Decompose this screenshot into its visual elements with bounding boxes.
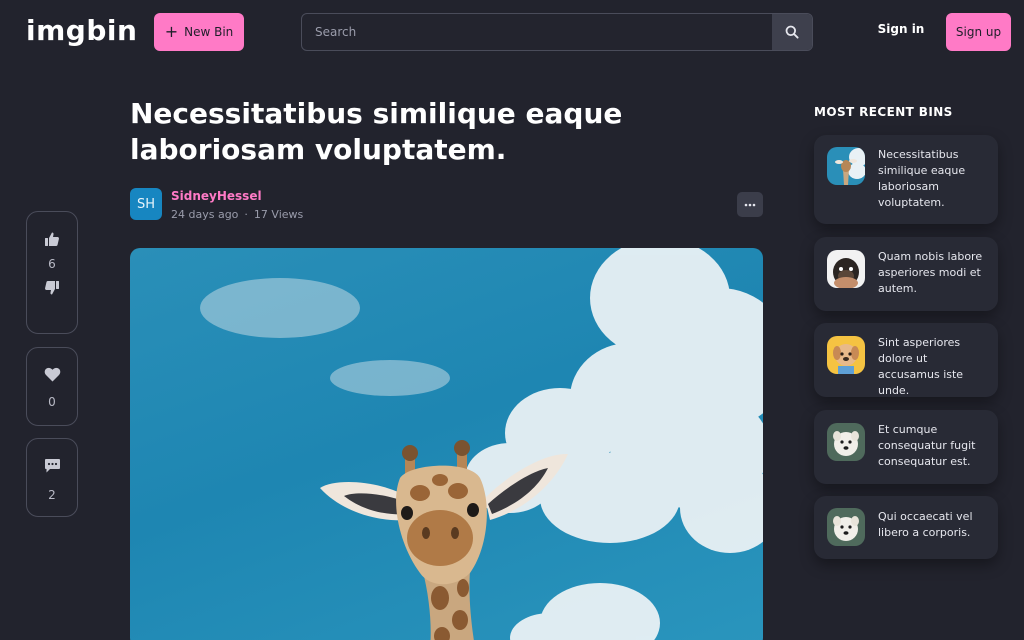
logo[interactable]: imgbin [26, 14, 137, 47]
search-bar [301, 13, 813, 51]
author-name[interactable]: SidneyHessel [171, 189, 262, 203]
giraffe-thumbnail [827, 147, 865, 185]
post-time: 24 days ago [171, 208, 239, 221]
plus-icon: + [164, 22, 179, 41]
vote-card: 6 [26, 211, 78, 334]
post-title: Necessitatibus similique eaque laboriosa… [130, 97, 623, 166]
favorite-card: 0 [26, 347, 78, 426]
comment-icon[interactable] [44, 458, 61, 474]
search-input[interactable] [302, 14, 772, 50]
separator-dot: · [244, 208, 248, 221]
thumbs-up-icon[interactable] [44, 231, 60, 247]
bin-thumbnail [827, 250, 865, 288]
bin-thumbnail [827, 336, 865, 374]
new-bin-label: New Bin [184, 25, 234, 39]
heart-icon[interactable] [44, 367, 61, 382]
recent-bins-heading: MOST RECENT BINS [814, 105, 953, 119]
favorite-count: 0 [48, 395, 56, 409]
search-button[interactable] [772, 14, 812, 50]
search-icon [785, 25, 799, 39]
bin-title: Qui occaecati vel libero a corporis. [878, 510, 973, 539]
recent-bin-card[interactable]: Qui occaecati vel libero a corporis. [814, 496, 998, 559]
giraffe-photo [200, 248, 763, 640]
white-dog-thumbnail [827, 508, 865, 546]
bin-thumbnail [827, 147, 865, 185]
thumbs-down-icon[interactable] [44, 280, 60, 296]
comment-card: 2 [26, 438, 78, 517]
post-meta: 24 days ago · 17 Views [171, 208, 303, 221]
pug-thumbnail [827, 250, 865, 288]
like-count: 6 [48, 257, 56, 271]
recent-bin-card[interactable]: Et cumque consequatur fugit consequatur … [814, 410, 998, 484]
bin-title: Et cumque consequatur fugit consequatur … [878, 423, 976, 468]
recent-bin-card[interactable]: Quam nobis labore asperiores modi et aut… [814, 237, 998, 311]
bin-title: Sint asperiores dolore ut accusamus iste… [878, 336, 964, 397]
recent-bin-card[interactable]: Necessitatibus similique eaque laboriosa… [814, 135, 998, 224]
bin-thumbnail [827, 508, 865, 546]
avatar[interactable]: SH [130, 188, 162, 220]
bin-thumbnail [827, 423, 865, 461]
top-nav: imgbin + New Bin Sign in Sign up [0, 0, 1024, 64]
bin-title: Quam nobis labore asperiores modi et aut… [878, 250, 983, 295]
white-dog-thumbnail [827, 423, 865, 461]
sign-in-link[interactable]: Sign in [872, 22, 930, 36]
post-views: 17 Views [253, 208, 304, 221]
new-bin-button[interactable]: + New Bin [154, 13, 244, 51]
recent-bin-card[interactable]: Sint asperiores dolore ut accusamus iste… [814, 323, 998, 397]
post-image [130, 248, 763, 640]
puppy-thumbnail [827, 336, 865, 374]
comment-count: 2 [48, 488, 56, 502]
ellipsis-icon [744, 203, 756, 206]
sign-up-button[interactable]: Sign up [946, 13, 1011, 51]
more-options-button[interactable] [737, 192, 763, 217]
bin-title: Necessitatibus similique eaque laboriosa… [878, 148, 966, 209]
